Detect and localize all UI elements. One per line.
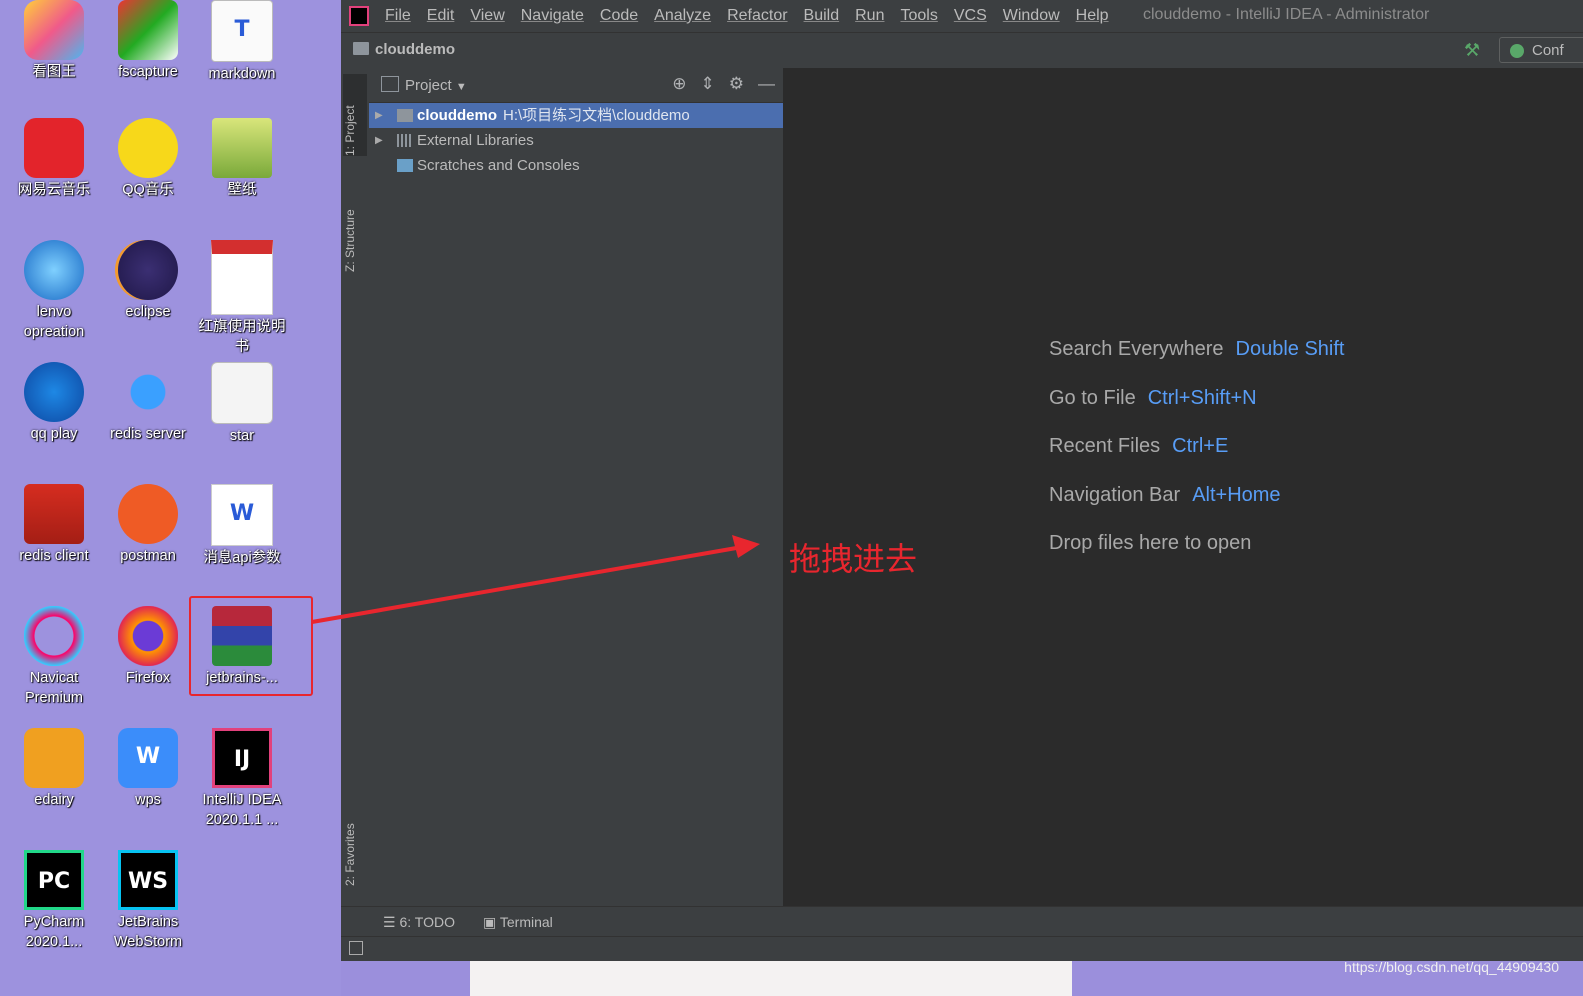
drag-arrow <box>311 535 760 624</box>
drag-arrow-line <box>311 545 743 624</box>
annotation-text: 拖拽进去 <box>789 540 918 578</box>
drag-arrow-head <box>732 535 760 558</box>
